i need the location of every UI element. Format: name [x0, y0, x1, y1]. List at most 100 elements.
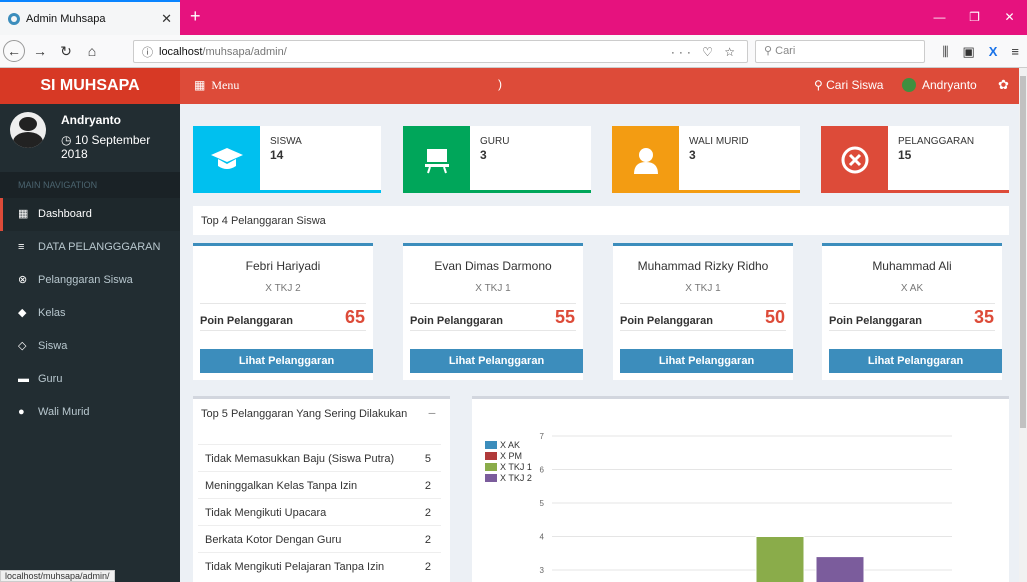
stat-underline — [260, 190, 381, 193]
x-circle-icon — [821, 126, 888, 193]
points-label: Poin Pelanggaran — [410, 315, 503, 327]
list-item: Tidak Memasukkan Baju (Siswa Putra) 5 — [198, 444, 441, 471]
legend-label: X AK — [500, 440, 520, 450]
extension-icon[interactable]: X — [989, 44, 998, 59]
maximize-icon[interactable]: ❐ — [957, 0, 992, 35]
user-menu[interactable]: Andryanto — [902, 78, 977, 92]
back-icon[interactable]: ← — [3, 40, 25, 62]
minimize-icon[interactable]: — — [922, 0, 957, 35]
hamburger-menu-icon[interactable]: ≡ — [1011, 44, 1019, 59]
stat-label: WALI MURID — [689, 136, 749, 147]
top5-title: Top 5 Pelanggaran Yang Sering Dilakukan — [201, 408, 408, 420]
search-student-link[interactable]: ⚲ Cari Siswa — [814, 78, 883, 92]
gear-icon[interactable]: ✿ — [998, 77, 1009, 93]
stat-label: PELANGGARAN — [898, 136, 975, 147]
violation-count: 2 — [424, 561, 431, 573]
legend-label: X TKJ 2 — [500, 473, 532, 483]
divider — [410, 330, 576, 331]
page-actions-icon[interactable]: ··· ♡ ☆ — [671, 45, 739, 59]
violation-count: 2 — [424, 507, 431, 519]
student-name: Muhammad Rizky Ridho — [637, 259, 769, 273]
new-tab-icon[interactable]: + — [190, 6, 201, 27]
user-icon — [612, 126, 679, 193]
view-violations-button[interactable]: Lihat Pelanggaran — [200, 349, 373, 373]
legend-swatch — [485, 463, 497, 471]
reload-icon[interactable]: ↻ — [55, 43, 77, 60]
student-card: Evan Dimas Darmono X TKJ 1 Poin Pelangga… — [403, 243, 583, 380]
browser-navbar: ← → ↻ ⌂ ⓘ localhost/muhsapa/admin/ ··· ♡… — [0, 35, 1027, 68]
divider — [620, 330, 786, 331]
legend-swatch — [485, 441, 497, 449]
stat-value: 3 — [689, 148, 696, 162]
scrollbar-thumb[interactable] — [1020, 76, 1026, 428]
legend-label: X TKJ 1 — [500, 462, 532, 472]
loading-spinner-icon: ) — [498, 77, 502, 91]
violation-text: Meninggalkan Kelas Tanpa Izin — [205, 480, 358, 492]
violation-text: Tidak Mengikuti Pelajaran Tanpa Izin — [205, 561, 385, 573]
violation-count: 2 — [424, 534, 431, 546]
stat-box-siswa: SISWA 14 — [193, 126, 381, 193]
student-name: Febri Hariyadi — [245, 259, 321, 273]
view-violations-button[interactable]: Lihat Pelanggaran — [829, 349, 1002, 373]
menu-toggle-button[interactable]: ▦ Menu — [194, 78, 239, 93]
y-tick-label: 4 — [540, 533, 545, 542]
sidebar-item-dashboard[interactable]: ▦ Dashboard — [0, 198, 180, 231]
status-url: localhost/muhsapa/admin/ — [0, 570, 115, 582]
home-icon[interactable]: ⌂ — [81, 43, 103, 59]
stat-underline — [679, 190, 800, 193]
browser-tab[interactable]: Admin Muhsapa ✕ — [0, 0, 180, 35]
browser-search-input[interactable]: ⚲ Cari — [755, 40, 925, 63]
current-date: ◷ 10 September 2018 — [61, 133, 151, 161]
stat-label: SISWA — [270, 136, 302, 147]
sidebar-item-data-pelanggaran[interactable]: ≡ DATA PELANGGGARAN — [0, 231, 180, 264]
y-tick-label: 5 — [540, 499, 545, 508]
violation-text: Tidak Memasukkan Baju (Siswa Putra) — [205, 453, 395, 465]
sidebar-item-pelanggaran-siswa[interactable]: ⊗ Pelanggaran Siswa — [0, 264, 180, 297]
sidebar-item-guru[interactable]: ▬ Guru — [0, 363, 180, 396]
divider — [620, 303, 786, 304]
sidebar-item-siswa[interactable]: ◇ Siswa — [0, 330, 180, 363]
app-logo[interactable]: SI MUHSAPA — [0, 68, 180, 104]
collapse-icon[interactable]: − — [428, 405, 436, 421]
y-tick-label: 6 — [540, 466, 545, 475]
legend-swatch — [485, 474, 497, 482]
points-value: 35 — [973, 307, 994, 327]
student-class: X AK — [900, 283, 924, 294]
sidebar-toggle-icon[interactable]: ▣ — [962, 44, 974, 60]
top-navbar: ▦ Menu ) ⚲ Cari Siswa Andryanto ✿ — [180, 68, 1027, 104]
user-panel: Andryanto ◷ 10 September 2018 — [0, 104, 180, 166]
legend-label: X PM — [500, 451, 522, 461]
violation-text: Berkata Kotor Dengan Guru — [205, 534, 342, 546]
close-window-icon[interactable]: ✕ — [992, 0, 1027, 35]
points-value: 50 — [764, 307, 785, 327]
bar-x-tkj-1 — [755, 536, 805, 582]
page-scrollbar[interactable] — [1019, 68, 1027, 582]
window-controls: — ❐ ✕ — [922, 0, 1027, 35]
divider — [829, 330, 995, 331]
view-violations-button[interactable]: Lihat Pelanggaran — [620, 349, 793, 373]
class-violations-chart: 3 4 5 6 7 X AK X PM X TKJ 1X TKJ 2 — [472, 396, 1009, 582]
library-icon[interactable]: ⫼ — [942, 44, 948, 60]
info-icon[interactable]: ⓘ — [142, 44, 153, 60]
forward-icon[interactable]: → — [29, 43, 51, 59]
points-label: Poin Pelanggaran — [829, 315, 922, 327]
favicon-icon — [8, 12, 20, 25]
stat-value: 15 — [898, 148, 912, 162]
view-violations-button[interactable]: Lihat Pelanggaran — [410, 349, 583, 373]
user-icon: ● — [18, 406, 25, 418]
address-bar[interactable]: ⓘ localhost/muhsapa/admin/ ··· ♡ ☆ — [133, 40, 748, 63]
sidebar-item-wali-murid[interactable]: ● Wali Murid — [0, 396, 180, 429]
sidebar: Andryanto ◷ 10 September 2018 MAIN NAVIG… — [0, 104, 180, 582]
stat-value: 14 — [270, 148, 284, 162]
avatar — [902, 78, 916, 92]
x-circle-icon: ⊗ — [18, 274, 28, 286]
graduation-cap-icon: ◇ — [18, 340, 27, 352]
y-tick-label: 7 — [540, 432, 545, 441]
tag-icon: ◆ — [18, 307, 27, 319]
close-tab-icon[interactable]: ✕ — [161, 11, 172, 27]
sidebar-item-kelas[interactable]: ◆ Kelas — [0, 297, 180, 330]
tab-title: Admin Muhsapa — [26, 12, 106, 25]
student-class: X TKJ 1 — [475, 283, 511, 294]
list-icon: ≡ — [18, 241, 25, 253]
browser-toolbar: ⫼ ▣ X ≡ — [942, 35, 1019, 68]
